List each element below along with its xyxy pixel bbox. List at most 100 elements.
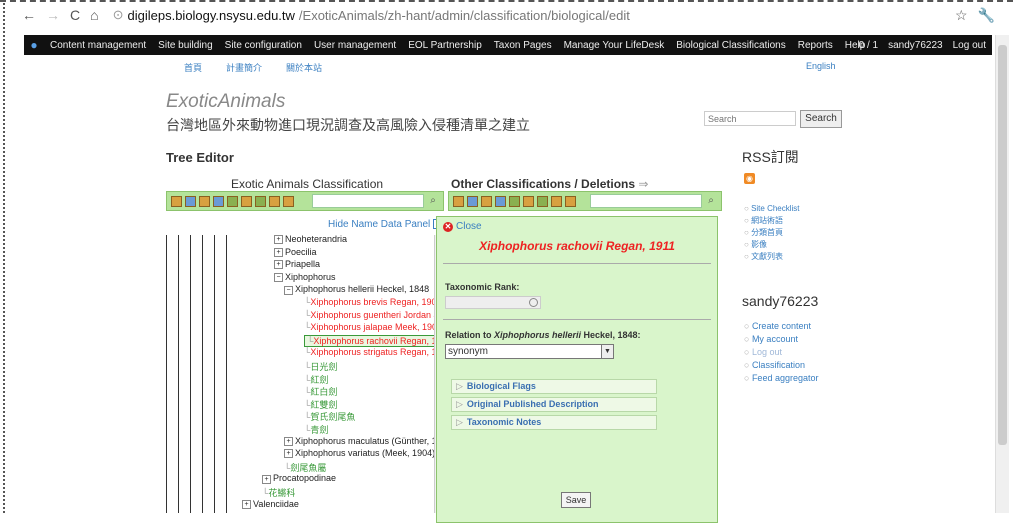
site-name[interactable]: ExoticAnimals [166, 91, 285, 113]
search-input[interactable] [704, 111, 796, 126]
tree-node-label[interactable]: 賀氏劍尾魚 [310, 412, 355, 422]
expand-icon[interactable]: + [274, 260, 283, 270]
tree-node-label[interactable]: 紅劍 [310, 375, 328, 385]
admin-menu-item[interactable]: User management [314, 40, 396, 51]
tree-node[interactable]: └賀氏劍尾魚 [304, 410, 355, 423]
top-link[interactable]: 關於本站 [286, 61, 322, 74]
admin-menu-item[interactable]: Manage Your LifeDesk [564, 40, 665, 51]
arrow-right-icon[interactable]: ⇒ [638, 177, 648, 191]
top-link[interactable]: 計畫簡介 [226, 61, 262, 74]
expand-icon[interactable]: + [274, 235, 283, 245]
delete-icon[interactable] [255, 195, 266, 207]
taxonomic-rank-input[interactable] [445, 296, 541, 309]
tree-node[interactable]: + Neoheterandria [274, 235, 347, 245]
collapsible-section[interactable]: ▷ Taxonomic Notes [451, 415, 657, 430]
admin-menu-item[interactable]: Site building [158, 40, 212, 51]
refresh-icon[interactable] [551, 195, 562, 207]
left-tree-search-input[interactable] [312, 194, 424, 208]
tree-node[interactable]: − Xiphophorus [274, 272, 336, 282]
tree-node[interactable]: + Poecilia [274, 247, 317, 257]
clipboard-icon[interactable] [523, 195, 534, 207]
edit-icon[interactable] [481, 195, 492, 207]
star-icon[interactable]: ☆ [955, 7, 968, 24]
tree-node-label[interactable]: Poecilia [285, 247, 317, 257]
tree-node-label[interactable]: Xiphophorus guentheri Jordan & Everr [310, 310, 454, 320]
tree-node-label[interactable]: Procatopodinae [273, 473, 336, 483]
save-button[interactable]: Save [561, 492, 591, 508]
tree-node[interactable]: + Priapella [274, 259, 320, 270]
tree-node-label[interactable]: Xiphophorus variatus (Meek, 1904) [295, 448, 435, 458]
admin-menu-item[interactable]: Taxon Pages [494, 40, 552, 51]
collapse-icon[interactable]: − [274, 272, 283, 282]
search-button[interactable]: Search [800, 110, 842, 128]
tree-node[interactable]: └日光劍 [304, 360, 337, 373]
tree-node[interactable]: + Valenciidae [242, 499, 299, 509]
relation-select[interactable]: synonym ▼ [445, 344, 614, 359]
rss-link[interactable]: 分類首頁 [744, 227, 800, 239]
tree-node[interactable]: └Xiphophorus jalapae Meek, 1902 [304, 322, 442, 332]
home-icon[interactable]: ⌂ [90, 7, 98, 23]
expand-icon[interactable]: + [284, 436, 293, 446]
expand-icon[interactable]: + [242, 499, 251, 509]
tree-node-label[interactable]: Xiphophorus brevis Regan, 1907 [310, 297, 441, 307]
tree-node[interactable]: └紅劍 [304, 373, 328, 386]
folder-icon[interactable] [565, 195, 576, 207]
tree-node[interactable]: └劍尾魚屬 [284, 461, 326, 474]
admin-menu-item[interactable]: Reports [798, 40, 833, 51]
admin-menu-item[interactable]: Content management [50, 40, 146, 51]
hide-name-data-panel-link[interactable]: Hide Name Data Panel [328, 219, 445, 230]
rss-link[interactable]: 網站術語 [744, 215, 800, 227]
tree-node-label[interactable]: 紅白劍 [310, 387, 337, 397]
copy-icon[interactable] [467, 195, 478, 207]
tree-node-label[interactable]: Xiphophorus rachovii Regan, 1911 [313, 336, 450, 346]
tree-node-label[interactable]: Valenciidae [253, 499, 299, 509]
admin-menu-item[interactable]: Site configuration [225, 40, 302, 51]
tree-node[interactable]: + Xiphophorus variatus (Meek, 1904) [284, 448, 435, 459]
user-menu-link[interactable]: My account [744, 333, 818, 346]
expand-icon[interactable]: + [262, 474, 271, 484]
refresh-icon[interactable] [269, 195, 280, 207]
tree-node-label[interactable]: Neoheterandria [285, 235, 347, 244]
tree-node[interactable]: + Procatopodinae [262, 473, 336, 484]
tree-node[interactable]: └Xiphophorus rachovii Regan, 1911 [304, 334, 454, 347]
tree-node-label[interactable]: Xiphophorus hellerii Heckel, 1848 [295, 284, 429, 294]
paste-icon[interactable] [227, 195, 238, 207]
admin-menu-item[interactable]: EOL Partnership [408, 40, 482, 51]
rss-link[interactable]: Site Checklist [744, 203, 799, 215]
user-menu-link[interactable]: Classification [744, 359, 818, 372]
copy-icon[interactable] [185, 195, 196, 207]
tree-node-label[interactable]: 日光劍 [310, 362, 337, 372]
collapsible-section[interactable]: ▷ Biological Flags [451, 379, 657, 394]
scrollbar-thumb[interactable] [998, 45, 1007, 445]
tree-node-label[interactable]: 青劍 [310, 425, 328, 435]
arrow-left-icon[interactable]: ← [22, 7, 36, 23]
arrow-right-icon[interactable]: → [46, 7, 60, 23]
chevron-down-icon[interactable]: ▼ [601, 345, 613, 358]
add-node-icon[interactable] [171, 195, 182, 207]
tree-node-label[interactable]: Xiphophorus [285, 272, 336, 282]
admin-user-link[interactable]: sandy76223 [888, 40, 943, 51]
user-menu-link[interactable]: Create content [744, 320, 818, 333]
close-button[interactable]: ✕ Close [443, 221, 482, 232]
wrench-icon[interactable]: 🔧 [978, 7, 995, 24]
tree-node[interactable]: └Xiphophorus brevis Regan, 1907 [304, 297, 441, 307]
paste-icon[interactable] [509, 195, 520, 207]
cut-icon[interactable] [213, 195, 224, 207]
rss-link[interactable]: 文獻列表 [744, 251, 800, 263]
tree-node[interactable]: └Xiphophorus guentheri Jordan & Everr [304, 310, 454, 320]
tree-node[interactable]: − Xiphophorus hellerii Heckel, 1848 [284, 284, 429, 295]
rss-link[interactable]: 影像 [744, 239, 800, 251]
reload-icon[interactable]: C [70, 7, 80, 23]
add-node-icon[interactable] [453, 195, 464, 207]
admin-menu-item[interactable]: Biological Classifications [676, 40, 786, 51]
tree-node-label[interactable]: Priapella [285, 259, 320, 269]
search-icon[interactable]: ⌕ [705, 195, 717, 207]
top-link[interactable]: 首頁 [184, 61, 202, 74]
tree-node-label[interactable]: 紅雙劍 [310, 400, 337, 410]
tree-node-label[interactable]: Xiphophorus strigatus Regan, 1907 [310, 347, 451, 357]
drupal-logo-icon[interactable]: ● [24, 38, 44, 52]
page-scrollbar[interactable] [995, 35, 1009, 513]
clipboard-icon[interactable] [241, 195, 252, 207]
delete-icon[interactable] [537, 195, 548, 207]
collapsible-section[interactable]: ▷ Original Published Description [451, 397, 657, 412]
